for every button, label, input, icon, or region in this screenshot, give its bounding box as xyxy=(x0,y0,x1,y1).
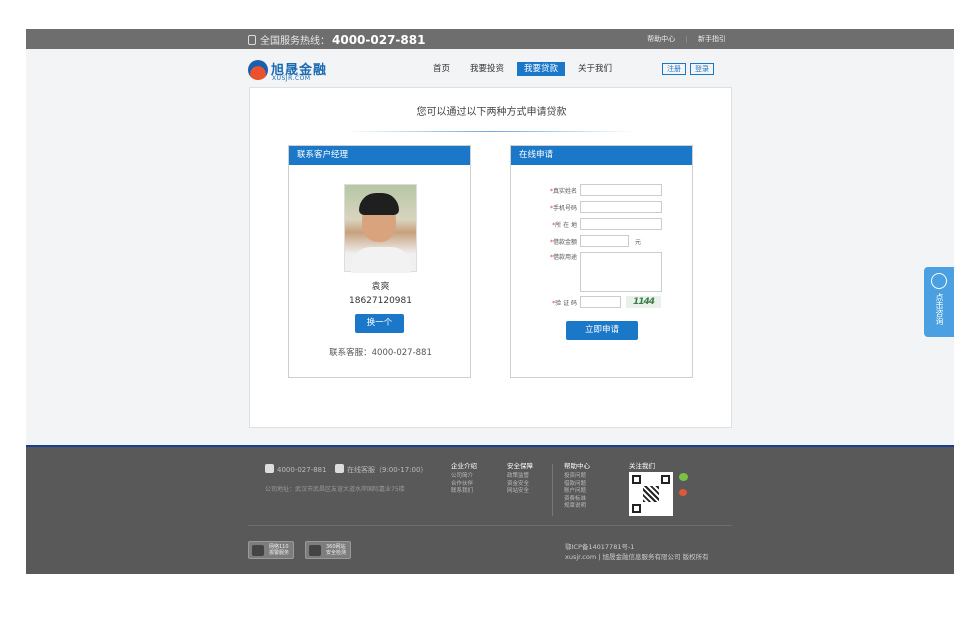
captcha-image[interactable]: 1144 xyxy=(626,296,661,308)
icp-number: 鄂ICP备14017781号-1 xyxy=(565,543,635,551)
nav-loan[interactable]: 我要贷款 xyxy=(517,62,566,76)
swap-manager-button[interactable]: 换一个 xyxy=(355,314,404,333)
name-row: *真实姓名 xyxy=(531,184,662,196)
badge-line: 安全检测 xyxy=(326,550,347,556)
footer-link[interactable]: 网站安全 xyxy=(507,488,533,496)
nav-about[interactable]: 关于我们 xyxy=(571,62,619,76)
magnifier-icon xyxy=(309,545,321,556)
footer: 4000-027-881 在线客服（9:00-17:00） 公司地址：武汉市武昌… xyxy=(26,445,954,574)
footer-col-company: 企业介绍 公司简介 合作伙伴 联系我们 xyxy=(451,460,477,496)
footer-divider xyxy=(552,464,553,516)
copyright: xusjr.com | 旭晟金融信息服务有限公司 版权所有 xyxy=(565,553,709,561)
footer-link[interactable]: 借款问题 xyxy=(564,481,590,489)
footer-phone: 4000-027-881 xyxy=(265,464,327,474)
register-button[interactable]: 注册 xyxy=(662,63,686,75)
police-110-badge[interactable]: 网络110 报警服务 xyxy=(248,541,295,559)
phone-icon xyxy=(265,464,274,473)
location-row: *所 在 地 xyxy=(531,218,662,230)
captcha-row: *验 证 码 1144 xyxy=(531,296,661,308)
consult-label: 点击咨询 xyxy=(935,293,944,325)
footer-address: 公司地址：武汉市武昌区友谊大道水岸国际嘉业75楼 xyxy=(265,486,405,493)
footer-rule xyxy=(248,525,732,526)
contact-card-heading: 联系客户经理 xyxy=(289,146,470,165)
footer-phone-number: 4000-027-881 xyxy=(277,466,327,474)
footer-link[interactable]: 投资问题 xyxy=(564,473,590,481)
online-apply-card: 在线申请 *真实姓名 *手机号码 *所 在 地 *借款金额 元 *借款用途 *验… xyxy=(510,145,693,378)
chat-icon xyxy=(335,464,344,473)
nav-invest[interactable]: 我要投资 xyxy=(463,62,511,76)
security-360-badge[interactable]: 360网站 安全检测 xyxy=(305,541,352,559)
hotline-label: 全国服务热线： xyxy=(260,36,330,47)
browser-viewport: 全国服务热线： 4000-027-881 帮助中心 | 新手指引 旭晟金融 XUS… xyxy=(26,29,954,574)
contact-manager-card: 联系客户经理 袁爽 18627120981 换一个 联系客服：4000-027-… xyxy=(288,145,471,378)
purpose-label: 借款用途 xyxy=(552,254,577,261)
name-input[interactable] xyxy=(580,184,662,196)
footer-link[interactable]: 资费标准 xyxy=(564,496,590,504)
phone-icon xyxy=(248,35,256,45)
footer-link[interactable]: 规章说明 xyxy=(564,503,590,511)
manager-photo xyxy=(344,184,417,273)
purpose-row: *借款用途 xyxy=(531,252,662,292)
nav-home[interactable]: 首页 xyxy=(426,62,457,76)
mobile-input[interactable] xyxy=(580,201,662,213)
police-icon xyxy=(252,545,264,556)
logo[interactable]: 旭晟金融 XUSJR.COM xyxy=(248,59,330,83)
qr-code xyxy=(629,472,673,516)
footer-link[interactable]: 合作伙伴 xyxy=(451,481,477,489)
qq-icon xyxy=(931,273,947,289)
service-hotline: 联系客服：4000-027-881 xyxy=(329,348,432,358)
footer-col-title: 安全保障 xyxy=(507,462,533,470)
footer-online-service[interactable]: 在线客服（9:00-17:00） xyxy=(335,464,427,475)
help-center-link[interactable]: 帮助中心 xyxy=(647,35,675,43)
wechat-icon[interactable] xyxy=(679,473,688,481)
top-links: 帮助中心 | 新手指引 xyxy=(647,35,726,43)
page-title: 您可以通过以下两种方式申请贷款 xyxy=(416,107,567,118)
title-divider xyxy=(346,131,636,132)
amount-row: *借款金额 元 xyxy=(531,235,641,247)
footer-online-text: 在线客服（9:00-17:00） xyxy=(347,466,428,474)
amount-label: 借款金额 xyxy=(552,238,577,246)
purpose-textarea[interactable] xyxy=(580,252,662,292)
footer-link[interactable]: 联系我们 xyxy=(451,488,477,496)
weibo-icon[interactable] xyxy=(679,489,687,496)
footer-col-title: 帮助中心 xyxy=(564,462,590,470)
beginner-guide-link[interactable]: 新手指引 xyxy=(698,35,726,43)
footer-link[interactable]: 公司简介 xyxy=(451,473,477,481)
top-bar: 全国服务热线： 4000-027-881 帮助中心 | 新手指引 xyxy=(26,29,954,49)
amount-input[interactable] xyxy=(580,235,629,247)
loan-panel: 您可以通过以下两种方式申请贷款 联系客户经理 袁爽 18627120981 换一… xyxy=(249,87,732,428)
header: 旭晟金融 XUSJR.COM 首页 我要投资 我要贷款 关于我们 注册 登录 xyxy=(26,49,954,89)
hotline-number: 4000-027-881 xyxy=(332,33,426,47)
footer-col-title: 企业介绍 xyxy=(451,462,477,470)
manager-name: 袁爽 xyxy=(371,282,390,292)
apply-card-heading: 在线申请 xyxy=(511,146,692,165)
main-nav: 首页 我要投资 我要贷款 关于我们 xyxy=(426,62,625,76)
footer-link[interactable]: 账户问题 xyxy=(564,488,590,496)
name-label: 真实姓名 xyxy=(552,187,577,195)
badge-line: 报警服务 xyxy=(269,550,290,556)
footer-col-help: 帮助中心 投资问题 借款问题 账户问题 资费标准 规章说明 xyxy=(564,460,590,511)
mobile-row: *手机号码 xyxy=(531,201,662,213)
location-label: 所 在 地 xyxy=(555,221,577,229)
follow-us-label: 关注我们 xyxy=(629,462,655,470)
logo-subtext: XUSJR.COM xyxy=(272,75,311,82)
amount-unit: 元 xyxy=(635,238,642,246)
consult-side-tab[interactable]: 点击咨询 xyxy=(924,267,954,337)
manager-phone: 18627120981 xyxy=(349,296,412,306)
footer-link[interactable]: 资金安全 xyxy=(507,481,533,489)
login-button[interactable]: 登录 xyxy=(690,63,714,75)
footer-link[interactable]: 政策监管 xyxy=(507,473,533,481)
hotline: 全国服务热线： 4000-027-881 xyxy=(248,32,425,47)
captcha-input[interactable] xyxy=(580,296,621,308)
footer-col-security: 安全保障 政策监管 资金安全 网站安全 xyxy=(507,460,533,496)
mobile-label: 手机号码 xyxy=(552,204,577,212)
captcha-label: 验 证 码 xyxy=(555,299,577,307)
apply-now-button[interactable]: 立即申请 xyxy=(566,321,638,340)
location-input[interactable] xyxy=(580,218,662,230)
auth-links: 注册 登录 xyxy=(662,63,718,75)
logo-sun-icon xyxy=(248,60,268,80)
